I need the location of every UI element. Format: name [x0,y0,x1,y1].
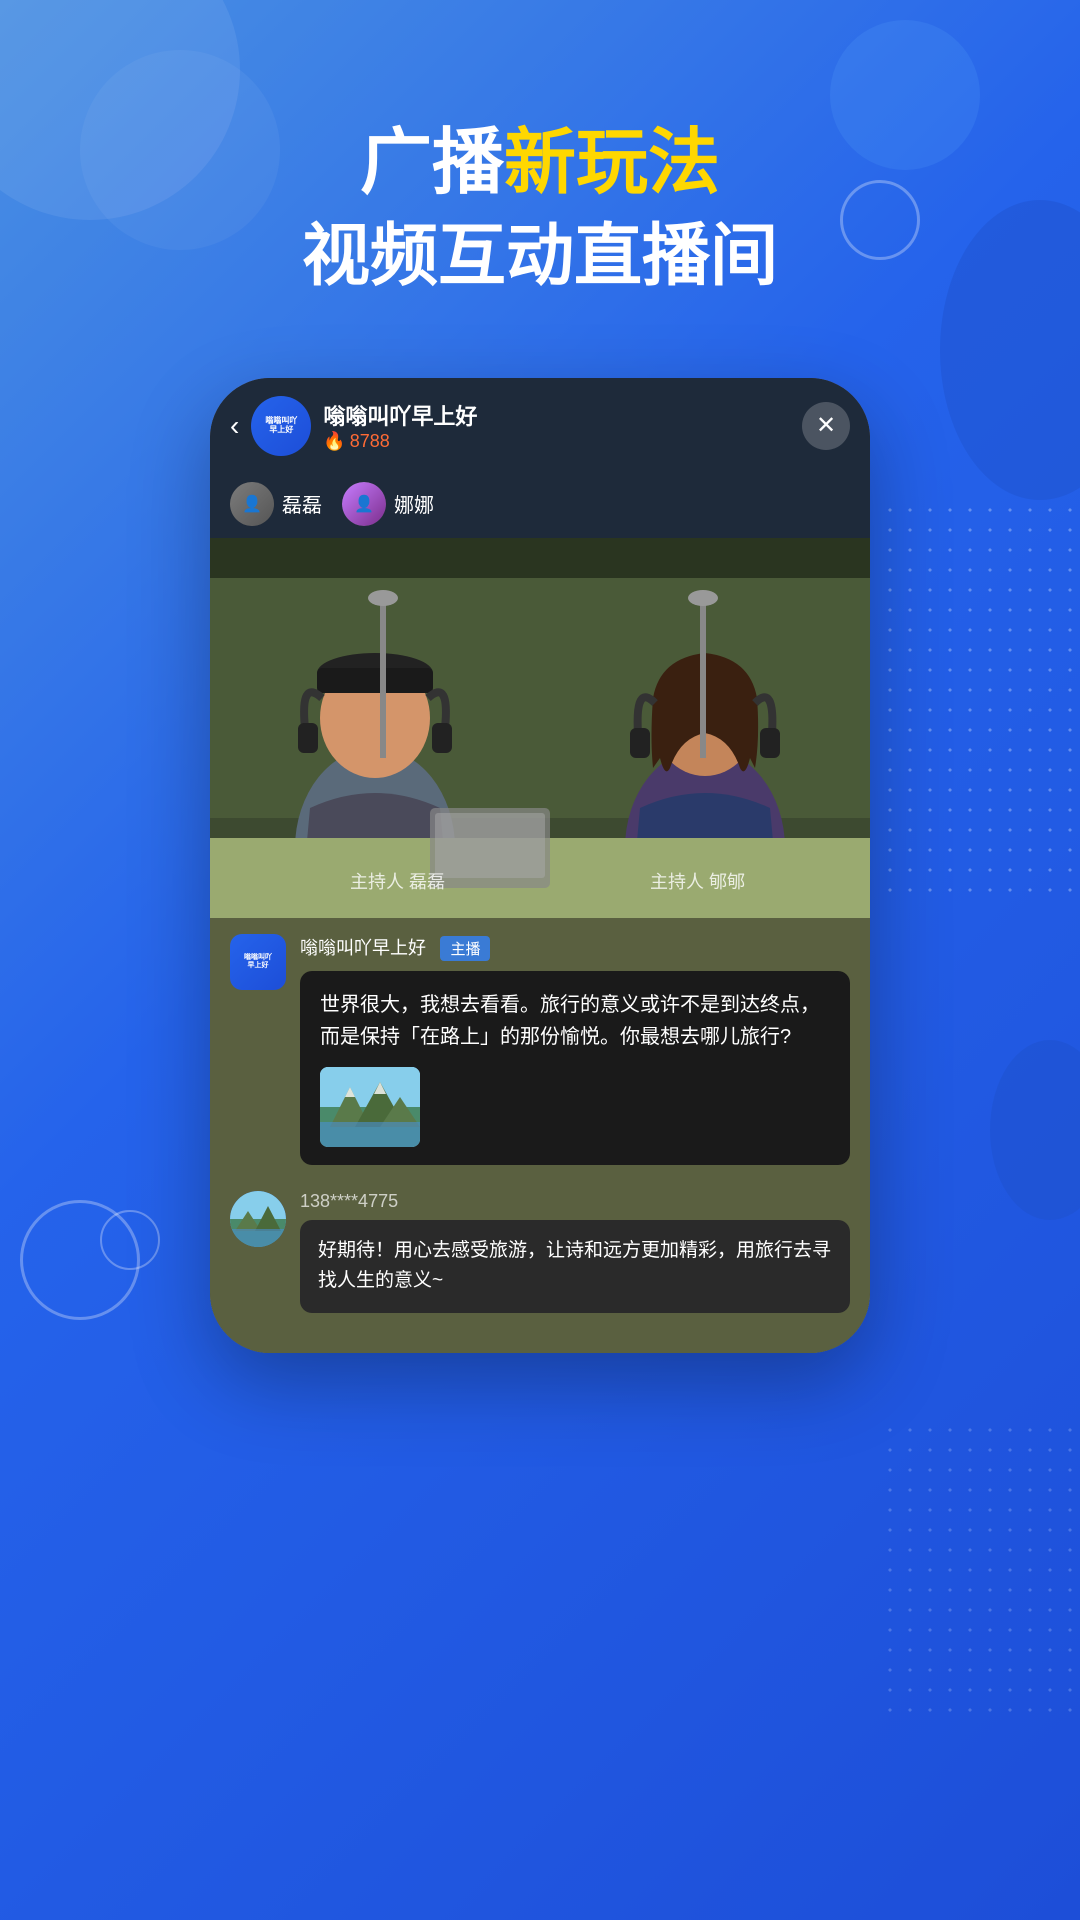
viewer-count: 🔥 8788 [323,431,477,452]
bottom-padding [210,1333,870,1353]
zhubo-badge: 主播 [440,936,490,961]
phone-frame: ‹ 嗡嗡叫吖 早上好 嗡嗡叫吖早上好 🔥 8788 [210,378,870,1353]
host-item-2: 👤 娜娜 [342,482,434,526]
title-line1: 广播新玩法 [0,120,1080,206]
host2-avatar: 👤 [342,482,386,526]
station-name: 嗡嗡叫吖早上好 [323,399,477,431]
svg-text:主持人 磊磊: 主持人 磊磊 [350,872,445,892]
video-area: 主持人 磊磊 主持人 郇郇 [210,538,870,918]
title-prefix: 广播 [360,123,504,203]
user-content: 138****4775 好期待！用心去感受旅游，让诗和远方更加精彩，用旅行去寻找… [300,1191,850,1313]
user-message: 138****4775 好期待！用心去感受旅游，让诗和远方更加精彩，用旅行去寻找… [210,1175,870,1333]
live-header-left: ‹ 嗡嗡叫吖 早上好 嗡嗡叫吖早上好 🔥 8788 [230,396,477,456]
user-name: 138****4775 [300,1191,850,1212]
bg-dots-bottom [880,1420,1080,1720]
broadcaster-message: 嗡嗡叫吖 早上好 嗡嗡叫吖早上好 主播 世界很大，我想去看看。旅行的意义或许不是… [210,918,870,1175]
host1-name: 磊磊 [282,489,322,518]
travel-image [320,1067,420,1147]
broadcaster-bubble: 世界很大，我想去看看。旅行的意义或许不是到达终点，而是保持「在路上」的那份愉悦。… [300,971,850,1165]
broadcaster-name: 嗡嗡叫吖早上好 [300,938,426,958]
user-bubble: 好期待！用心去感受旅游，让诗和远方更加精彩，用旅行去寻找人生的意义~ [300,1220,850,1313]
app-screen: ‹ 嗡嗡叫吖 早上好 嗡嗡叫吖早上好 🔥 8788 [210,378,870,1353]
user-text: 好期待！用心去感受旅游，让诗和远方更加精彩，用旅行去寻找人生的意义~ [318,1236,832,1297]
back-button[interactable]: ‹ [230,410,239,442]
title-highlight: 新玩法 [504,123,720,203]
fire-icon: 🔥 [323,431,345,452]
host1-avatar: 👤 [230,482,274,526]
hosts-bar: 👤 磊磊 👤 娜娜 [210,474,870,538]
broadcaster-msg-text: 世界很大，我想去看看。旅行的意义或许不是到达终点，而是保持「在路上」的那份愉悦。… [320,989,830,1053]
close-button[interactable]: ✕ [802,402,850,450]
title-section: 广播新玩法 视频互动直播间 [0,0,1080,348]
station-info: 嗡嗡叫吖早上好 🔥 8788 [323,399,477,452]
station-avatar: 嗡嗡叫吖 早上好 [251,396,311,456]
live-header: ‹ 嗡嗡叫吖 早上好 嗡嗡叫吖早上好 🔥 8788 [210,378,870,474]
title-line2: 视频互动直播间 [0,216,1080,298]
user-avatar [230,1191,286,1247]
host2-name: 娜娜 [394,489,434,518]
broadcaster-name-row: 嗡嗡叫吖早上好 主播 [300,934,850,961]
phone-container: ‹ 嗡嗡叫吖 早上好 嗡嗡叫吖早上好 🔥 8788 [0,378,1080,1353]
broadcaster-content: 嗡嗡叫吖早上好 主播 世界很大，我想去看看。旅行的意义或许不是到达终点，而是保持… [300,934,850,1165]
chat-section: 嗡嗡叫吖 早上好 嗡嗡叫吖早上好 主播 世界很大，我想去看看。旅行的意义或许不是… [210,918,870,1353]
host-item-1: 👤 磊磊 [230,482,322,526]
broadcaster-avatar: 嗡嗡叫吖 早上好 [230,934,286,990]
video-scene: 主持人 磊磊 主持人 郇郇 [210,538,870,918]
svg-text:主持人 郇郇: 主持人 郇郇 [650,872,745,892]
